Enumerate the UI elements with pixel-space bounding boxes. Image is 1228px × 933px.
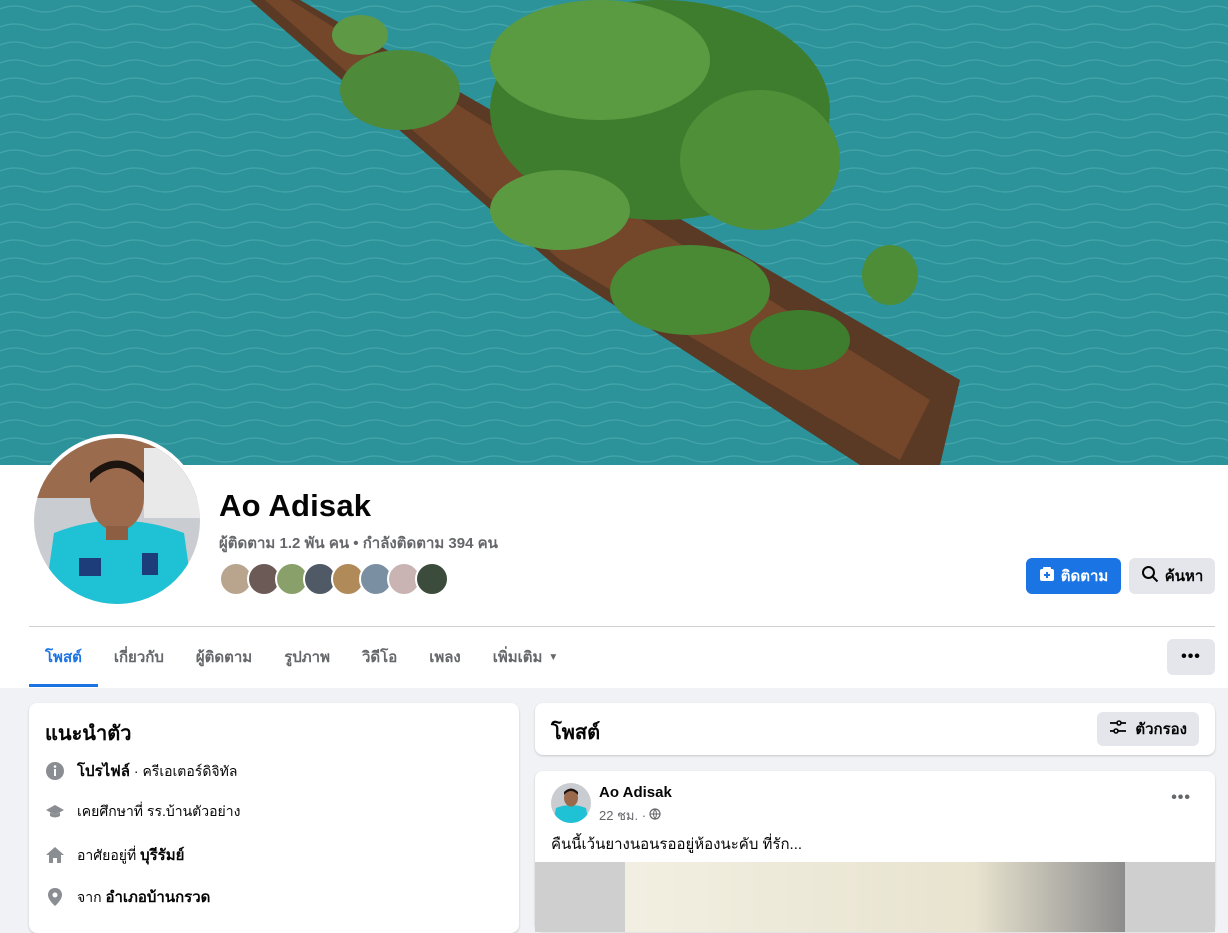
search-icon bbox=[1141, 565, 1159, 587]
home-icon bbox=[45, 845, 65, 865]
follow-button[interactable]: ติดตาม bbox=[1026, 558, 1121, 594]
lives-prefix: อาศัยอยู่ที่ bbox=[77, 847, 141, 863]
intro-from-row: จาก อำเภอบ้านกรวด bbox=[45, 885, 210, 909]
post-options-button[interactable]: ••• bbox=[1171, 789, 1191, 807]
post-image bbox=[625, 862, 1125, 932]
post-text: คืนนี้เว้นยางนอนรออยู่ห้องนะคับ ที่รัก..… bbox=[551, 836, 803, 853]
intro-title: แนะนำตัว bbox=[45, 723, 132, 745]
search-button[interactable]: ค้นหา bbox=[1129, 558, 1215, 594]
follow-label: ติดตาม bbox=[1060, 568, 1109, 585]
tab-about[interactable]: เกี่ยวกับ bbox=[98, 628, 180, 686]
filter-button[interactable]: ตัวกรอง bbox=[1097, 712, 1199, 746]
profile-header: Ao Adisak ผู้ติดตาม 1.2 พัน คน • กำลังติ… bbox=[0, 0, 1228, 688]
tab-more-label: เพิ่มเติม bbox=[492, 649, 543, 666]
profile-label: โปรไฟล์ bbox=[77, 763, 130, 780]
filter-icon bbox=[1109, 719, 1127, 739]
from-prefix: จาก bbox=[77, 889, 106, 905]
profile-category: · ครีเอเตอร์ดิจิทัล bbox=[130, 763, 238, 779]
tab-music[interactable]: เพลง bbox=[413, 628, 477, 686]
avatar bbox=[34, 438, 200, 604]
tab-more[interactable]: เพิ่มเติม ▼ bbox=[477, 628, 575, 686]
chevron-down-icon: ▼ bbox=[548, 651, 559, 663]
intro-lives-row: อาศัยอยู่ที่ บุรีรัมย์ bbox=[45, 843, 184, 867]
friend-avatar[interactable] bbox=[415, 562, 449, 596]
lives-place[interactable]: บุรีรัมย์ bbox=[140, 847, 184, 864]
search-label: ค้นหา bbox=[1164, 568, 1204, 585]
more-options-button[interactable]: ••• bbox=[1167, 639, 1215, 675]
post-meta: 22 ชม. · bbox=[599, 805, 661, 826]
post-author-name[interactable]: Ao Adisak bbox=[599, 784, 672, 801]
tab-followers[interactable]: ผู้ติดตาม bbox=[180, 628, 268, 686]
location-pin-icon bbox=[45, 887, 65, 907]
post-media[interactable] bbox=[535, 862, 1215, 932]
friend-avatars[interactable] bbox=[219, 562, 459, 596]
posts-title: โพสต์ bbox=[551, 722, 601, 744]
intro-profile-row: โปรไฟล์ · ครีเอเตอร์ดิจิทัล bbox=[45, 759, 237, 783]
info-icon bbox=[45, 761, 65, 781]
education-text: เคยศึกษาที่ รร.บ้านตัวอย่าง bbox=[77, 803, 241, 819]
intro-card: แนะนำตัว โปรไฟล์ · ครีเอเตอร์ดิจิทัล เคย… bbox=[29, 703, 519, 933]
graduation-cap-icon bbox=[45, 802, 65, 822]
header-divider bbox=[29, 626, 1215, 627]
tab-posts[interactable]: โพสต์ bbox=[29, 628, 98, 687]
profile-name: Ao Adisak bbox=[219, 488, 372, 523]
tab-videos[interactable]: วิดีโอ bbox=[346, 628, 413, 686]
cover-photo[interactable] bbox=[0, 0, 1228, 465]
post-card: Ao Adisak 22 ชม. · ••• คืนนี้เว้นยางนอนร… bbox=[535, 771, 1215, 932]
post-author-avatar[interactable] bbox=[551, 783, 591, 823]
post-time[interactable]: 22 ชม. · bbox=[599, 805, 646, 826]
tab-photos[interactable]: รูปภาพ bbox=[268, 628, 346, 686]
posts-header-card: โพสต์ ตัวกรอง bbox=[535, 703, 1215, 755]
from-place[interactable]: อำเภอบ้านกรวด bbox=[105, 889, 210, 906]
filter-label: ตัวกรอง bbox=[1135, 721, 1187, 738]
globe-icon bbox=[649, 808, 661, 823]
profile-tabs: โพสต์ เกี่ยวกับ ผู้ติดตาม รูปภาพ วิดีโอ … bbox=[29, 628, 574, 688]
intro-education-row: เคยศึกษาที่ รร.บ้านตัวอย่าง bbox=[45, 801, 240, 823]
profile-picture[interactable] bbox=[30, 434, 204, 608]
follower-stats[interactable]: ผู้ติดตาม 1.2 พัน คน • กำลังติดตาม 394 ค… bbox=[219, 531, 498, 555]
follow-icon bbox=[1039, 566, 1055, 586]
